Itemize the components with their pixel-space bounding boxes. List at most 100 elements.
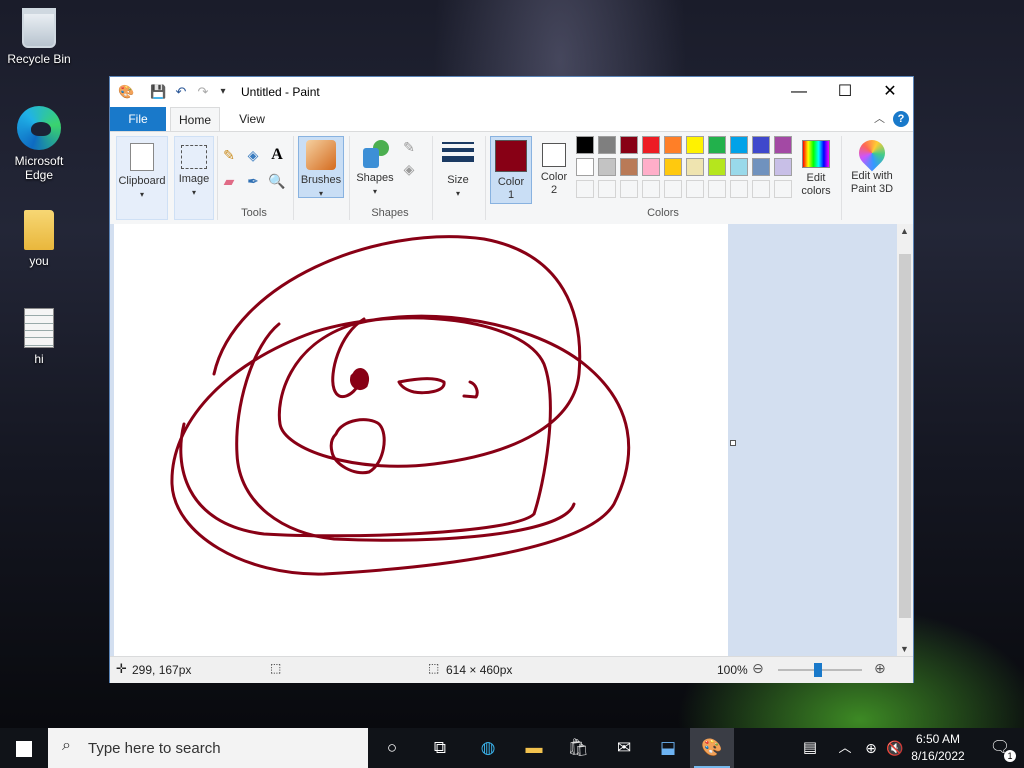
outline-icon[interactable]: ✎	[400, 138, 418, 156]
tab-view[interactable]: View	[228, 107, 276, 131]
ribbon-separator	[841, 136, 842, 220]
news-icon[interactable]: ▤	[788, 728, 832, 768]
scrollbar-thumb[interactable]	[899, 254, 911, 618]
palette-swatch[interactable]	[708, 158, 726, 176]
palette-swatch[interactable]	[752, 158, 770, 176]
palette-custom-slot[interactable]	[730, 180, 748, 198]
palette-custom-slot[interactable]	[774, 180, 792, 198]
ribbon-separator	[293, 136, 294, 220]
drawing-canvas[interactable]	[114, 224, 728, 656]
color1-button[interactable]: Color 1	[490, 136, 532, 204]
color2-swatch	[542, 143, 566, 167]
palette-swatch[interactable]	[642, 136, 660, 154]
palette-custom-slot[interactable]	[686, 180, 704, 198]
zoom-out-icon[interactable]: ⊖	[752, 660, 764, 677]
help-icon[interactable]: ?	[893, 111, 909, 127]
vertical-scrollbar[interactable]: ▲ ▼	[897, 224, 913, 656]
tab-home[interactable]: Home	[170, 107, 220, 131]
minimize-button[interactable]: —	[776, 77, 822, 107]
show-hidden-icons-icon[interactable]: ︿	[830, 728, 860, 768]
scroll-up-icon[interactable]: ▲	[900, 226, 909, 236]
file-explorer-icon[interactable]: ▬	[512, 728, 556, 768]
save-icon[interactable]: 💾	[150, 84, 166, 100]
close-button[interactable]: ✕	[867, 77, 913, 107]
maximize-button[interactable]: ☐	[822, 77, 868, 107]
palette-swatch[interactable]	[730, 136, 748, 154]
undo-icon[interactable]: ↶	[173, 84, 189, 100]
palette-swatch[interactable]	[598, 136, 616, 154]
start-button[interactable]	[2, 728, 46, 768]
desktop-icon-recycle-bin[interactable]: Recycle Bin	[1, 8, 77, 66]
clipboard-button[interactable]: Clipboard ▾	[116, 136, 168, 220]
palette-swatch[interactable]	[774, 136, 792, 154]
canvas-resize-handle[interactable]	[730, 440, 736, 446]
text-file-icon	[24, 308, 54, 348]
edit-colors-button[interactable]: Edit colors	[795, 136, 837, 198]
clock-date[interactable]: 8/16/2022	[906, 749, 970, 763]
image-button[interactable]: Image ▾	[174, 136, 214, 220]
shapes-icon	[361, 140, 389, 168]
ribbon: Clipboard ▾ Image ▾ ✎ ◈ A ▰ ✒ 🔍 Tools Br…	[110, 132, 913, 225]
zoom-in-icon[interactable]: ⊕	[874, 660, 886, 677]
scroll-down-icon[interactable]: ▼	[900, 644, 909, 654]
color2-button[interactable]: Color 2	[536, 136, 572, 204]
palette-swatch[interactable]	[642, 158, 660, 176]
palette-custom-slot[interactable]	[620, 180, 638, 198]
fill-bucket-icon[interactable]: ◈	[244, 146, 262, 164]
desktop-icon-folder-you[interactable]: you	[1, 210, 77, 268]
redo-icon[interactable]: ↷	[195, 84, 211, 100]
cortana-icon[interactable]: ○	[370, 728, 414, 768]
task-view-icon[interactable]: ⧉	[418, 728, 462, 768]
volume-muted-icon[interactable]: 🔇	[882, 728, 908, 768]
palette-swatch[interactable]	[752, 136, 770, 154]
shapes-button[interactable]: Shapes ▾	[354, 136, 396, 198]
palette-swatch[interactable]	[774, 158, 792, 176]
palette-swatch[interactable]	[708, 136, 726, 154]
palette-swatch[interactable]	[620, 158, 638, 176]
palette-swatch[interactable]	[730, 158, 748, 176]
palette-custom-slot[interactable]	[664, 180, 682, 198]
clock-time[interactable]: 6:50 AM	[906, 732, 970, 746]
mail-icon[interactable]: ✉	[602, 728, 646, 768]
edge-taskbar-icon[interactable]: ◍	[466, 728, 510, 768]
network-icon[interactable]: ⊕	[858, 728, 884, 768]
palette-swatch[interactable]	[576, 136, 594, 154]
palette-custom-slot[interactable]	[752, 180, 770, 198]
palette-custom-slot[interactable]	[598, 180, 616, 198]
desktop-icon-file-hi[interactable]: hi	[1, 308, 77, 366]
collapse-ribbon-icon[interactable]: ︿	[874, 110, 885, 126]
taskbar-search-box[interactable]: ⌕ Type here to search	[48, 728, 368, 768]
palette-swatch[interactable]	[576, 158, 594, 176]
zoom-slider-thumb[interactable]	[814, 663, 822, 677]
palette-swatch[interactable]	[686, 158, 704, 176]
size-button[interactable]: Size ▾	[438, 136, 478, 198]
edit-with-paint3d-button[interactable]: Edit with Paint 3D	[844, 134, 900, 198]
palette-custom-slot[interactable]	[708, 180, 726, 198]
color-picker-icon[interactable]: ✒	[244, 172, 262, 190]
magnifier-icon[interactable]: 🔍	[268, 172, 286, 190]
palette-swatch[interactable]	[686, 136, 704, 154]
pencil-icon[interactable]: ✎	[220, 146, 238, 164]
text-tool-icon[interactable]: A	[268, 146, 286, 164]
tab-file[interactable]: File	[110, 107, 166, 131]
palette-swatch[interactable]	[664, 158, 682, 176]
palette-custom-slot[interactable]	[576, 180, 594, 198]
cursor-position-icon: ✛	[116, 661, 127, 676]
palette-custom-slot[interactable]	[642, 180, 660, 198]
palette-swatch[interactable]	[620, 136, 638, 154]
notifications-icon[interactable]: 🗨	[978, 728, 1022, 768]
shapes-group-label: Shapes	[371, 207, 409, 219]
brushes-button[interactable]: Brushes ▾	[298, 136, 344, 198]
palette-swatch[interactable]	[664, 136, 682, 154]
fill-icon[interactable]: ◈	[400, 160, 418, 178]
store-icon[interactable]: 🛍	[556, 728, 600, 768]
app-taskbar-icon[interactable]: ⬓	[646, 728, 690, 768]
customize-qat-icon[interactable]: ▾	[215, 84, 231, 100]
eraser-icon[interactable]: ▰	[220, 172, 238, 190]
paint-taskbar-icon[interactable]: 🎨	[690, 728, 734, 768]
palette-swatch[interactable]	[598, 158, 616, 176]
selection-size-icon: ⬚	[270, 661, 282, 675]
zoom-slider[interactable]	[778, 663, 862, 677]
paint-app-icon[interactable]: 🎨	[118, 84, 134, 100]
desktop-icon-edge[interactable]: Microsoft Edge	[1, 106, 77, 182]
